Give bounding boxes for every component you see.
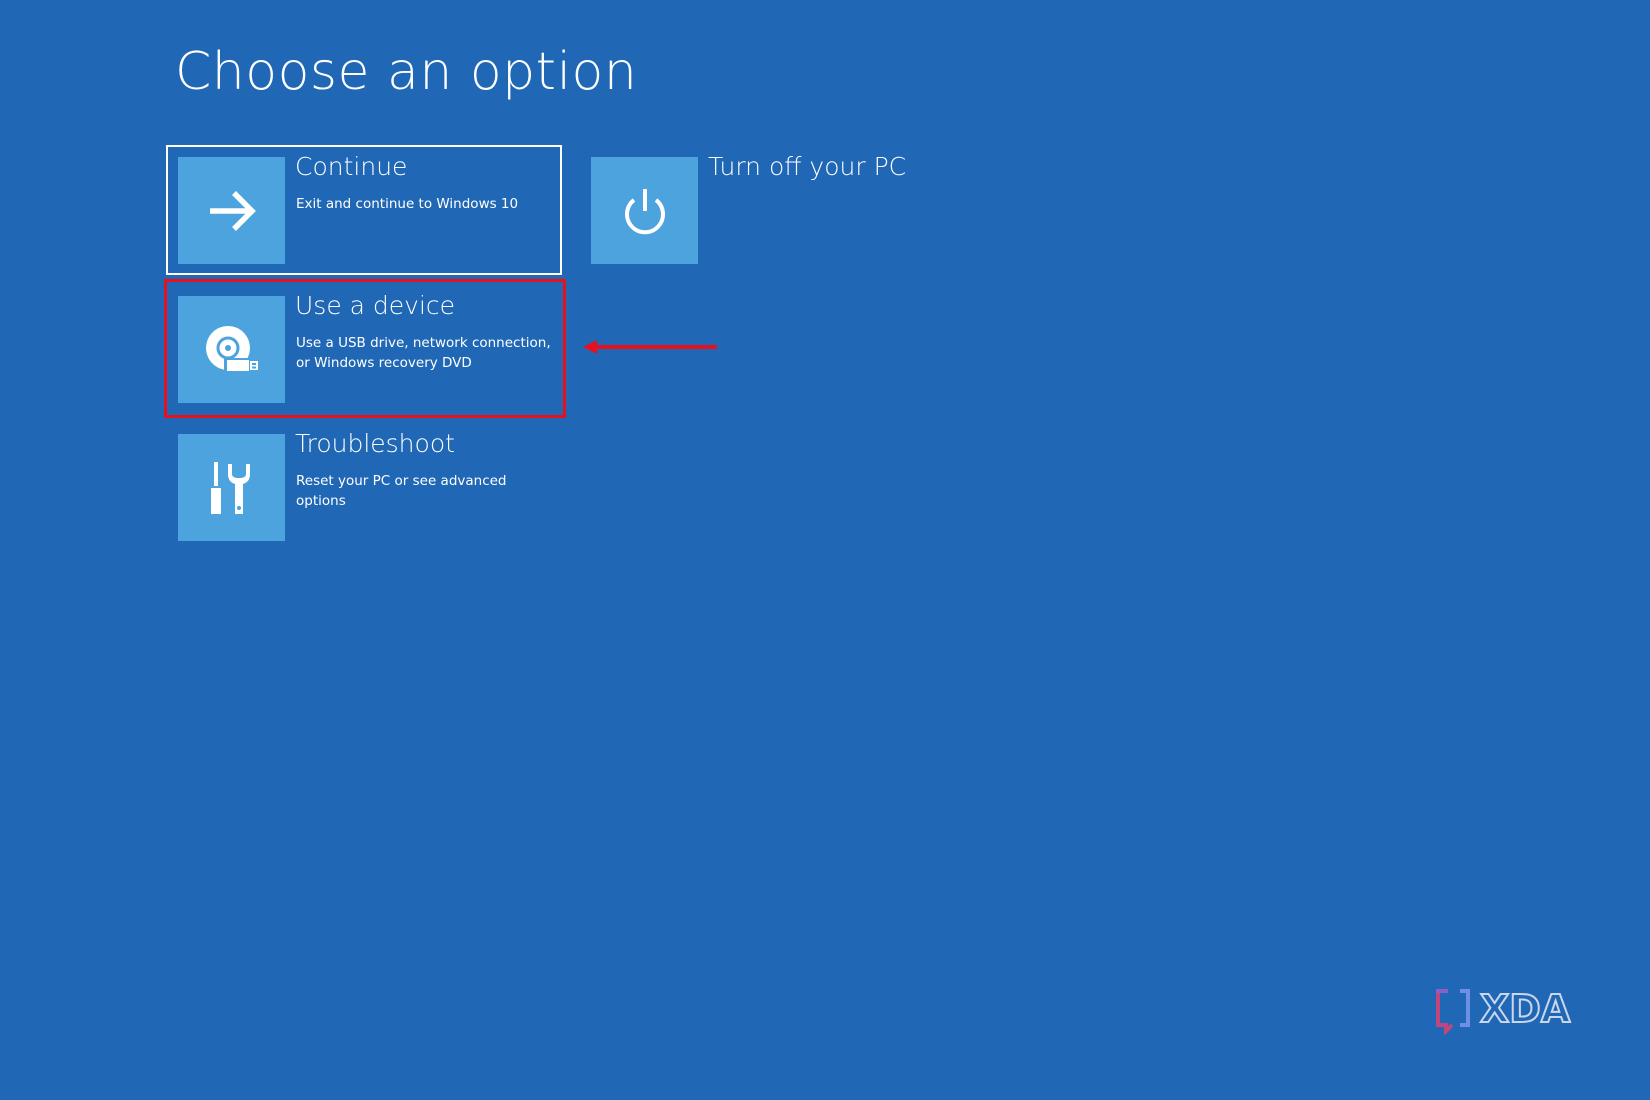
option-use-device[interactable]: Use a device Use a USB drive, network co…: [166, 284, 562, 414]
page-title: Choose an option: [175, 42, 638, 102]
option-title: Use a device: [295, 291, 456, 320]
arrow-right-icon: [209, 190, 256, 231]
xda-logo-icon: XDA: [1436, 986, 1572, 1036]
svg-text:XDA: XDA: [1480, 987, 1571, 1031]
xda-watermark: XDA: [1430, 985, 1590, 1039]
option-title: Troubleshoot: [295, 429, 455, 458]
option-troubleshoot[interactable]: Troubleshoot Reset your PC or see advanc…: [166, 422, 562, 552]
turn-off-tile: [591, 157, 698, 264]
annotation-arrow-icon: [583, 340, 717, 354]
option-description: Reset your PC or see advanced options: [296, 473, 507, 509]
option-title: Continue: [295, 152, 408, 181]
continue-tile: [178, 157, 285, 264]
tools-icon: [210, 461, 250, 514]
option-description: Exit and continue to Windows 10: [296, 196, 519, 212]
disc-usb-icon: [205, 325, 258, 372]
power-icon: [624, 188, 665, 234]
option-description: Use a USB drive, network connection, or …: [296, 335, 551, 371]
troubleshoot-tile: [178, 434, 285, 541]
use-device-tile: [178, 296, 285, 403]
option-continue[interactable]: Continue Exit and continue to Windows 10: [166, 145, 562, 275]
option-title: Turn off your PC: [708, 152, 907, 181]
option-turn-off[interactable]: Turn off your PC: [579, 145, 975, 275]
